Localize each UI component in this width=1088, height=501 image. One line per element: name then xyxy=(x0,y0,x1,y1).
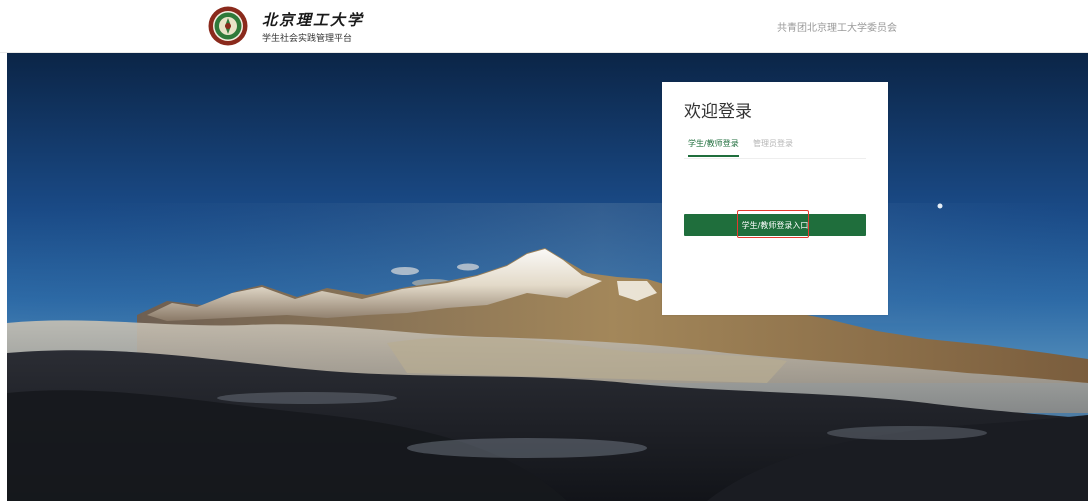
brand-subtitle: 学生社会实践管理平台 xyxy=(262,34,353,44)
brand-title: 北京理工大学 xyxy=(262,11,365,29)
university-seal-icon[interactable] xyxy=(208,6,248,46)
org-link[interactable]: 共青团北京理工大学委员会 xyxy=(777,19,897,34)
login-tabs: 学生/教师登录 管理员登录 xyxy=(684,136,866,159)
login-card: 欢迎登录 学生/教师登录 管理员登录 学生/教师登录入口 xyxy=(662,82,888,315)
hero-background-image xyxy=(7,53,1088,501)
login-title: 欢迎登录 xyxy=(684,102,752,122)
tab-admin-login[interactable]: 管理员登录 xyxy=(753,138,793,155)
top-header: 北京理工大学 学生社会实践管理平台 共青团北京理工大学委员会 xyxy=(0,0,1088,53)
student-teacher-login-button[interactable]: 学生/教师登录入口 xyxy=(684,214,866,236)
tab-student-teacher-login[interactable]: 学生/教师登录 xyxy=(688,138,739,157)
